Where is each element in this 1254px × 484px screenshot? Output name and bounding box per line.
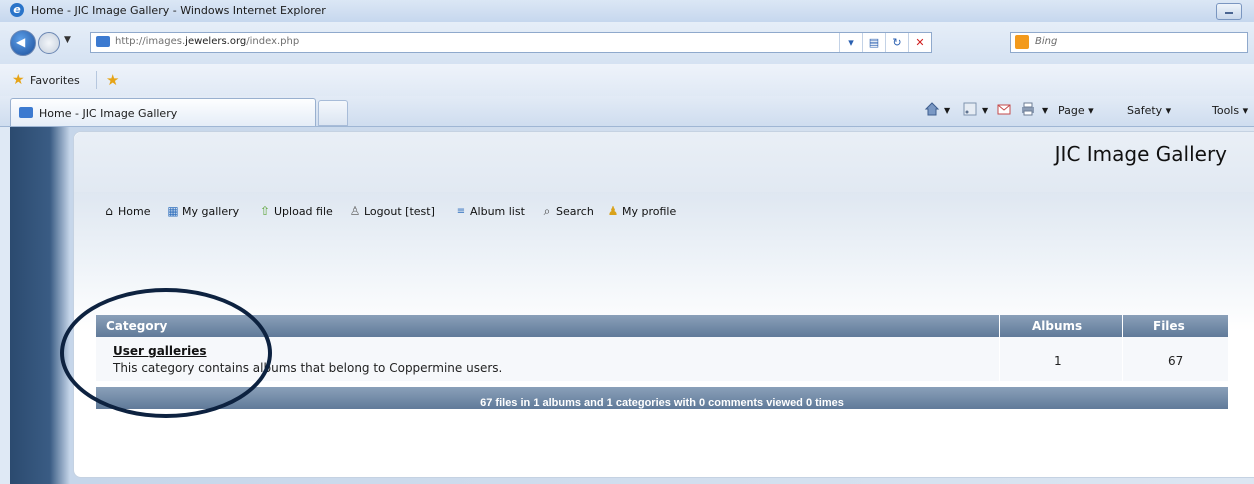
my-gallery-icon: ▦ [167, 204, 179, 218]
files-count: 67 [1168, 354, 1184, 368]
menu-my-profile[interactable]: ♟ My profile [606, 204, 677, 219]
menu-my-gallery[interactable]: ▦ My gallery [166, 204, 239, 219]
albums-count: 1 [1054, 354, 1062, 368]
menu-album-list[interactable]: ≡ Album list [454, 205, 525, 218]
gallery-menu: ⌂ Home ▦ My gallery ⇧ Upload file ♙ Logout [… [74, 192, 1254, 332]
address-bar[interactable]: http://images.jewelers.org/index.php ▾ ▤… [90, 32, 932, 53]
header-files: Files [1153, 319, 1185, 333]
recent-pages-dropdown[interactable]: ▼ [64, 35, 71, 45]
home-icon[interactable] [924, 101, 940, 117]
address-url[interactable]: http://images.jewelers.org/index.php [115, 36, 299, 47]
address-dropdown-icon[interactable]: ▾ [839, 33, 862, 52]
favorites-separator [96, 71, 97, 89]
new-tab-button[interactable] [318, 100, 348, 126]
title-bar: e Home - JIC Image Gallery - Windows Int… [0, 0, 1254, 23]
annotation-circle [60, 288, 272, 418]
safety-menu[interactable]: Safety ▾ [1127, 104, 1171, 117]
mail-icon[interactable] [996, 101, 1012, 117]
ie-logo-icon: e [10, 3, 24, 17]
home-icon: ⌂ [105, 204, 113, 218]
address-row: ▼ http://images.jewelers.org/index.php ▾… [0, 22, 1254, 64]
tab-row: Home - JIC Image Gallery ▼ ▼ ▼ Page ▾ Sa… [0, 96, 1254, 127]
gallery-title: JIC Image Gallery [1054, 142, 1227, 166]
feeds-dropdown-icon[interactable]: ▼ [982, 106, 988, 115]
forward-button[interactable] [38, 32, 60, 54]
back-button[interactable] [10, 30, 36, 56]
gallery-stats: 67 files in 1 albums and 1 categories wi… [480, 397, 844, 409]
add-to-favorites-bar-icon[interactable]: ★ [106, 71, 119, 89]
menu-search[interactable]: ⌕ Search [540, 204, 594, 219]
search-box[interactable]: Bing [1010, 32, 1248, 53]
upload-icon: ⇧ [259, 204, 271, 218]
album-list-icon: ≡ [456, 206, 466, 217]
feeds-icon[interactable] [962, 101, 978, 117]
favorites-button[interactable]: Favorites [30, 74, 80, 87]
favorites-star-icon[interactable]: ★ [12, 72, 25, 88]
print-icon[interactable] [1020, 101, 1036, 117]
tools-menu[interactable]: Tools ▾ [1212, 104, 1248, 117]
menu-logout[interactable]: ♙ Logout [test] [348, 204, 435, 219]
search-placeholder: Bing [1035, 36, 1058, 47]
home-dropdown-icon[interactable]: ▼ [944, 106, 950, 115]
tab-favicon-icon [19, 107, 33, 118]
table-footer: 67 files in 1 albums and 1 categories wi… [96, 387, 1228, 409]
profile-icon: ♟ [607, 204, 619, 218]
tab-home-jic-gallery[interactable]: Home - JIC Image Gallery [10, 98, 316, 126]
search-icon: ⌕ [543, 204, 551, 218]
window-title: Home - JIC Image Gallery - Windows Inter… [31, 4, 326, 17]
refresh-icon[interactable]: ↻ [885, 33, 908, 52]
tab-label: Home - JIC Image Gallery [39, 107, 178, 120]
print-dropdown-icon[interactable]: ▼ [1042, 106, 1048, 115]
minimize-button[interactable] [1216, 3, 1242, 20]
gallery-card: JIC Image Gallery ⌂ Home ▦ My gallery ⇧ Upl… [73, 131, 1254, 478]
menu-upload-file[interactable]: ⇧ Upload file [258, 204, 333, 219]
user-icon: ♙ [349, 204, 361, 218]
header-albums: Albums [1032, 319, 1083, 333]
page-menu[interactable]: Page ▾ [1058, 104, 1094, 117]
compatibility-view-icon[interactable]: ▤ [862, 33, 885, 52]
menu-home[interactable]: ⌂ Home [102, 204, 150, 219]
browser-window: e Home - JIC Image Gallery - Windows Int… [0, 0, 1254, 484]
favorites-bar: ★ Favorites ★ [0, 64, 1254, 96]
bing-icon [1015, 35, 1029, 49]
site-favicon-icon [96, 36, 110, 47]
stop-icon[interactable]: ✕ [908, 33, 931, 52]
